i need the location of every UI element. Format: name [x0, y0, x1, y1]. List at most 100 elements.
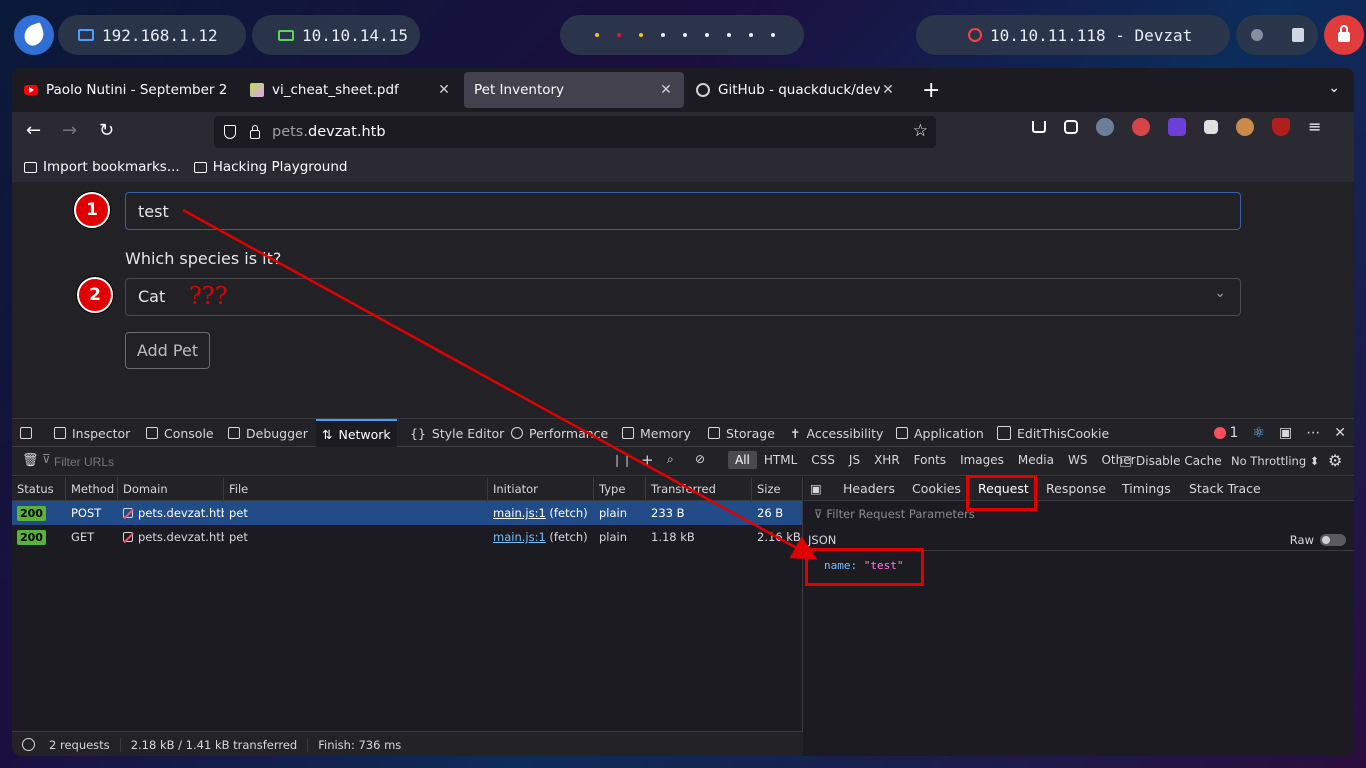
workspace-dot[interactable]	[595, 33, 599, 37]
element-picker-icon[interactable]	[20, 419, 32, 447]
tab-headers[interactable]: Headers	[843, 477, 895, 501]
error-counter[interactable]: 1	[1213, 425, 1238, 441]
local-ip-widget[interactable]: 192.168.1.12	[58, 15, 246, 55]
close-devtools-icon[interactable]: ✕	[1334, 425, 1346, 441]
workspace-dot[interactable]	[771, 33, 775, 37]
tab-response[interactable]: Response	[1046, 477, 1106, 501]
ublock-icon[interactable]	[1272, 118, 1290, 136]
settings-gear-icon[interactable]: ⚙	[1328, 451, 1342, 470]
tab-youtube[interactable]: Paolo Nutini - September 2	[14, 72, 240, 108]
url-bar[interactable]: pets.devzat.htb ☆	[214, 116, 936, 148]
type-filter-xhr[interactable]: XHR	[867, 451, 907, 469]
extension-card-icon[interactable]	[1204, 120, 1218, 134]
tab-accessibility[interactable]: ✝ Accessibility	[790, 419, 883, 447]
bookmark-import[interactable]: Import bookmarks...	[24, 159, 180, 175]
bookmark-folder-hacking[interactable]: Hacking Playground	[193, 159, 347, 175]
workspace-dot[interactable]	[617, 33, 621, 37]
workspace-dot[interactable]	[727, 33, 731, 37]
reload-icon[interactable]: ↻	[99, 120, 114, 141]
type-filter-css[interactable]: CSS	[804, 451, 842, 469]
pause-icon[interactable]: ❘❘	[612, 453, 632, 467]
extension-santa-icon[interactable]	[1132, 118, 1150, 136]
bookmark-star-icon[interactable]: ☆	[913, 121, 928, 141]
initiator-link[interactable]: main.js:1	[493, 506, 546, 520]
workspace-switcher[interactable]	[560, 15, 804, 55]
filter-urls-input[interactable]	[54, 455, 574, 469]
extensions-icon[interactable]	[1064, 120, 1078, 134]
col-transferred[interactable]: Transferred	[646, 477, 752, 501]
lock-button[interactable]	[1324, 15, 1364, 55]
type-filter-fonts[interactable]: Fonts	[907, 451, 953, 469]
performance-analysis-icon[interactable]	[22, 738, 35, 751]
col-domain[interactable]: Domain	[118, 477, 224, 501]
list-all-tabs-icon[interactable]: ⌄	[1328, 80, 1340, 96]
raw-toggle[interactable]: Raw	[1290, 533, 1346, 547]
col-file[interactable]: File	[224, 477, 488, 501]
col-status[interactable]: Status	[12, 477, 66, 501]
type-filter-images[interactable]: Images	[953, 451, 1011, 469]
workspace-dot[interactable]	[683, 33, 687, 37]
tab-storage[interactable]: Storage	[708, 419, 775, 447]
species-select[interactable]: Cat ⌄	[125, 278, 1241, 316]
tab-inspector[interactable]: Inspector	[54, 419, 130, 447]
target-widget[interactable]: 10.10.11.118 - Devzat	[916, 15, 1230, 55]
table-row[interactable]: 200 POST pets.devzat.htb pet main.js:1 (…	[12, 501, 802, 525]
react-devtools-icon[interactable]: ⚛	[1252, 425, 1265, 441]
type-filter-js[interactable]: JS	[842, 451, 867, 469]
workspace-dot[interactable]	[661, 33, 665, 37]
close-tab-icon[interactable]: ✕	[880, 82, 896, 98]
tab-stack-trace[interactable]: Stack Trace	[1189, 477, 1261, 501]
trash-icon[interactable]: 🗑	[22, 453, 39, 468]
menu-icon[interactable]: ≡	[1308, 118, 1326, 136]
tab-console[interactable]: Console	[146, 419, 214, 447]
type-filter-all[interactable]: All	[728, 451, 757, 469]
toggle-sidebar-icon[interactable]: ▣	[810, 477, 822, 501]
col-initiator[interactable]: Initiator	[488, 477, 594, 501]
close-tab-icon[interactable]: ✕	[436, 82, 452, 98]
close-tab-icon[interactable]: ✕	[658, 82, 674, 98]
tab-memory[interactable]: Memory	[622, 419, 691, 447]
vpn-ip-widget[interactable]: 10.10.14.15	[252, 15, 420, 55]
tab-application[interactable]: Application	[896, 419, 984, 447]
tab-pdf[interactable]: vi_cheat_sheet.pdf ✕	[240, 72, 462, 108]
dock-icon[interactable]: ▣	[1279, 425, 1292, 441]
block-icon[interactable]: ⊘	[695, 452, 705, 466]
app-launcher-button[interactable]	[14, 15, 54, 55]
type-filter-html[interactable]: HTML	[757, 451, 804, 469]
site-info-icon[interactable]	[250, 124, 260, 139]
col-size[interactable]: Size	[752, 477, 803, 501]
disable-cache-checkbox[interactable]: Disable Cache	[1120, 454, 1222, 468]
mute-icon[interactable]	[1250, 29, 1263, 41]
tab-timings[interactable]: Timings	[1122, 477, 1171, 501]
workspace-dot[interactable]	[705, 33, 709, 37]
tracking-protection-icon[interactable]	[224, 125, 236, 139]
forward-icon[interactable]: →	[62, 120, 77, 141]
tab-network[interactable]: ⇅ Network	[316, 419, 397, 447]
throttling-select[interactable]: No Throttling ⬍	[1231, 454, 1319, 468]
table-row[interactable]: 200 GET pets.devzat.htb pet main.js:1 (f…	[12, 525, 802, 549]
tab-debugger[interactable]: Debugger	[228, 419, 308, 447]
col-method[interactable]: Method	[66, 477, 118, 501]
initiator-link[interactable]: main.js:1	[493, 530, 546, 544]
cookie-extension-icon[interactable]	[1236, 118, 1254, 136]
downloads-icon[interactable]	[1032, 121, 1046, 133]
url-text[interactable]: pets.devzat.htb	[272, 124, 386, 140]
add-block-icon[interactable]: +	[641, 451, 654, 469]
add-pet-button[interactable]: Add Pet	[125, 332, 210, 369]
tab-style-editor[interactable]: {} Style Editor	[410, 419, 504, 447]
col-type[interactable]: Type	[594, 477, 646, 501]
type-filter-ws[interactable]: WS	[1061, 451, 1094, 469]
tab-github[interactable]: GitHub - quackduck/devza ✕	[686, 72, 906, 108]
tray-widget[interactable]	[1236, 15, 1318, 55]
tab-performance[interactable]: Performance	[511, 419, 608, 447]
extension-cube-icon[interactable]	[1168, 118, 1186, 136]
workspace-dot[interactable]	[639, 33, 643, 37]
workspace-dot[interactable]	[749, 33, 753, 37]
back-icon[interactable]: ←	[26, 120, 41, 141]
tab-editthiscookie[interactable]: EditThisCookie	[997, 419, 1109, 447]
tab-pet-inventory[interactable]: Pet Inventory ✕	[464, 72, 684, 108]
tab-cookies[interactable]: Cookies	[912, 477, 961, 501]
type-filter-media[interactable]: Media	[1011, 451, 1061, 469]
search-icon[interactable]: ⌕	[667, 452, 674, 467]
more-options-icon[interactable]: ⋯	[1306, 425, 1320, 441]
